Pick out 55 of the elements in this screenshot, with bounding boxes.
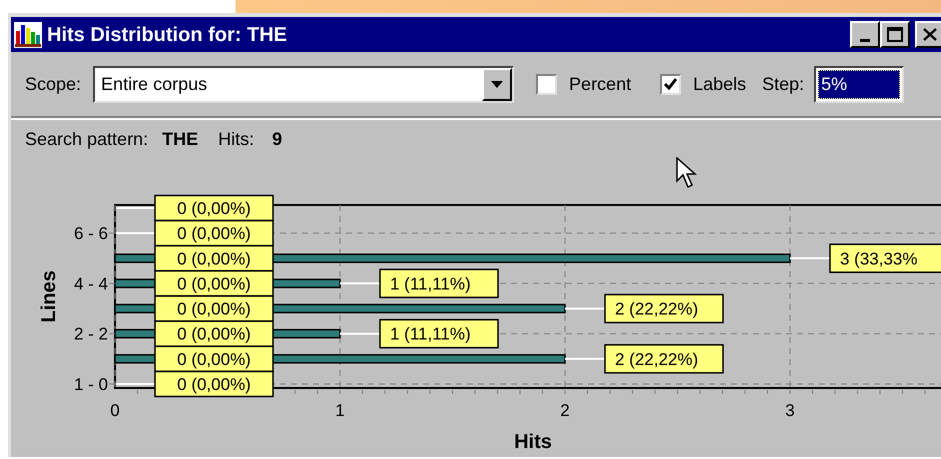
checkbox[interactable]: [536, 74, 558, 94]
leader-line: [340, 282, 380, 284]
data-label: 0 (0,00%): [154, 245, 274, 272]
checkbox-label[interactable]: Labels: [693, 70, 746, 98]
checkbox-label[interactable]: Percent: [569, 70, 632, 98]
checkbox[interactable]: [660, 74, 682, 94]
check-icon: [664, 78, 678, 90]
axis-tick-label: 1: [335, 401, 345, 420]
axis-tick-label: 2: [560, 401, 570, 420]
data-label: 0 (0,00%): [154, 370, 274, 398]
dropdown-value: Entire corpus: [100, 72, 208, 96]
axis-title: Lines: [38, 270, 60, 323]
axis-tick-label: 6 - 6: [74, 224, 108, 244]
mouse-cursor-icon: [676, 157, 698, 191]
axis-tick-label: 1 - 0: [74, 375, 108, 394]
data-label: 0 (0,00%): [154, 220, 274, 246]
axis-tick-label: 2 - 2: [74, 324, 108, 344]
data-label: 0 (0,00%): [154, 320, 274, 347]
window-title: Hits Distribution for: THE: [47, 22, 287, 48]
data-label: 0 (0,00%): [154, 346, 274, 372]
leader-line: [116, 383, 155, 385]
maximize-icon: [887, 27, 903, 42]
dropdown-button[interactable]: [482, 68, 512, 100]
leader-line: [790, 257, 830, 260]
step-label: Step:: [762, 72, 804, 96]
caret-icon: [491, 80, 504, 88]
data-label: 0 (0,00%): [154, 295, 274, 322]
close-icon: [923, 28, 937, 41]
maximize-button[interactable]: [880, 21, 910, 48]
leader-line: [565, 308, 605, 310]
data-label: 1 (11,11%): [379, 268, 499, 298]
data-label: 0 (0,00%): [154, 194, 274, 222]
leader-line: [340, 332, 380, 335]
data-label: 3 (33,33%: [829, 244, 941, 274]
data-label: 2 (22,22%): [604, 344, 724, 374]
axis-tick-label: 4 - 4: [74, 274, 108, 294]
axis-tick-label: 3: [785, 401, 795, 420]
pattern-value: THE: [162, 128, 198, 150]
hits-value: 9: [272, 128, 282, 150]
data-label: 2 (22,22%): [604, 294, 724, 324]
axis-title: Hits: [514, 431, 552, 453]
data-label: 1 (11,11%): [379, 318, 499, 348]
leader-line: [565, 358, 605, 360]
scope-label: Scope:: [25, 72, 82, 96]
minimize-button[interactable]: [850, 21, 880, 48]
leader-line: [116, 232, 155, 234]
minimize-icon: [860, 39, 870, 42]
bar-chart-icon: [13, 20, 43, 48]
data-label: 0 (0,00%): [154, 270, 274, 297]
close-button[interactable]: [915, 21, 941, 48]
pattern-label: Search pattern:: [25, 128, 148, 151]
axis-tick-label: 0: [110, 401, 120, 420]
leader-line: [116, 207, 155, 209]
hits-label: Hits:: [218, 128, 254, 150]
scope-dropdown[interactable]: Entire corpus: [93, 66, 514, 102]
